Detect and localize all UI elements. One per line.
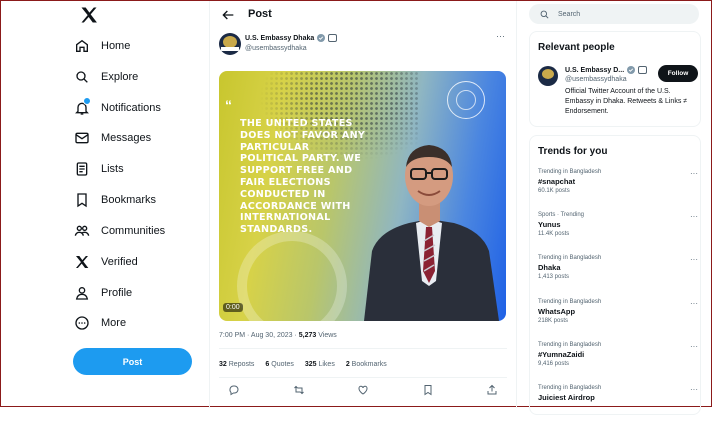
list-icon xyxy=(73,160,91,178)
trend-item[interactable]: Trending in Bangladesh #YumnaZaidi 9,416… xyxy=(538,342,698,382)
nav-item-more[interactable]: More xyxy=(73,310,126,336)
nav-label: Verified xyxy=(101,256,138,268)
search-placeholder: Search xyxy=(558,10,581,18)
government-label-icon xyxy=(328,34,338,42)
relevant-person-bio: Official Twitter Account of the U.S. Emb… xyxy=(565,88,688,115)
nav-label: Home xyxy=(101,40,131,52)
more-options-icon[interactable]: ··· xyxy=(690,169,698,178)
author-name-row[interactable]: U.S. Embassy Dhaka xyxy=(245,34,338,42)
home-icon xyxy=(73,37,91,55)
views-count: 5,273 xyxy=(298,332,317,339)
nav-label: Explore xyxy=(101,71,139,83)
x-logo-icon xyxy=(73,253,91,271)
search-input[interactable]: Search xyxy=(529,4,699,24)
nav-label: Profile xyxy=(101,287,133,299)
left-navigation: Home Explore Notifications Messages List… xyxy=(1,1,209,408)
nav-item-explore[interactable]: Explore xyxy=(73,64,138,90)
nav-item-home[interactable]: Home xyxy=(73,33,130,59)
search-icon xyxy=(540,10,549,18)
like-icon[interactable] xyxy=(356,383,370,397)
bookmark-icon[interactable] xyxy=(421,383,435,397)
relevant-person-name[interactable]: U.S. Embassy D... xyxy=(565,67,624,74)
share-icon[interactable] xyxy=(485,383,499,397)
trend-item[interactable]: Trending in Bangladesh WhatsApp 218K pos… xyxy=(538,299,698,339)
nav-item-verified[interactable]: Verified xyxy=(73,249,138,275)
more-options-icon[interactable]: ··· xyxy=(496,31,505,41)
right-sidebar: Search Relevant people U.S. Embassy D...… xyxy=(515,1,712,415)
nav-item-messages[interactable]: Messages xyxy=(73,125,151,151)
nav-item-communities[interactable]: Communities xyxy=(73,218,165,244)
reposts-stat[interactable]: 32 Reposts xyxy=(219,361,254,368)
repost-icon[interactable] xyxy=(292,383,306,397)
quotes-stat[interactable]: 6 Quotes xyxy=(265,361,293,368)
nav-item-notifications[interactable]: Notifications xyxy=(73,95,161,121)
quote-mark-icon: “ xyxy=(225,97,232,113)
envelope-icon xyxy=(73,129,91,147)
nav-item-lists[interactable]: Lists xyxy=(73,156,124,182)
back-arrow-icon[interactable] xyxy=(220,7,236,23)
verified-badge-icon xyxy=(627,66,636,74)
relevant-people-panel: Relevant people U.S. Embassy D... @usemb… xyxy=(529,31,701,127)
post-actions xyxy=(219,383,507,397)
trend-item[interactable]: Trending in Bangladesh Dhaka 1,413 posts… xyxy=(538,255,698,295)
post-timestamp: 7:00 PM · Aug 30, 2023 · 5,273 Views xyxy=(219,332,337,339)
search-icon xyxy=(73,68,91,86)
people-icon xyxy=(73,222,91,240)
notification-badge xyxy=(83,97,91,105)
avatar[interactable] xyxy=(538,66,558,86)
panel-title: Trends for you xyxy=(538,146,608,157)
bookmarks-stat[interactable]: 2 Bookmarks xyxy=(346,361,387,368)
reply-icon[interactable] xyxy=(227,383,241,397)
more-options-icon[interactable]: ··· xyxy=(690,385,698,394)
person-icon xyxy=(73,284,91,302)
more-options-icon[interactable]: ··· xyxy=(690,342,698,351)
nav-label: Messages xyxy=(101,132,152,144)
trend-item[interactable]: Sports · Trending Yunus 11.4K posts ··· xyxy=(538,212,698,252)
more-options-icon[interactable]: ··· xyxy=(690,299,698,308)
nav-label: More xyxy=(101,317,127,329)
nav-label: Bookmarks xyxy=(101,194,157,206)
nav-item-profile[interactable]: Profile xyxy=(73,280,132,306)
nav-item-bookmarks[interactable]: Bookmarks xyxy=(73,187,156,213)
trend-item[interactable]: Trending in Bangladesh Juiciest Airdrop … xyxy=(538,385,698,425)
author-name[interactable]: U.S. Embassy Dhaka xyxy=(245,35,314,42)
panel-title: Relevant people xyxy=(538,42,615,53)
x-logo-icon[interactable] xyxy=(79,5,99,25)
post-stats: 32 Reposts 6 Quotes 325 Likes 2 Bookmark… xyxy=(219,361,387,368)
more-options-icon[interactable]: ··· xyxy=(690,255,698,264)
person-photo xyxy=(364,145,499,321)
post-button[interactable]: Post xyxy=(73,348,192,375)
nav-label: Lists xyxy=(101,163,124,175)
more-options-icon[interactable]: ··· xyxy=(690,212,698,221)
relevant-person-handle[interactable]: @usembassydhaka xyxy=(565,76,627,83)
embassy-seal-icon xyxy=(447,81,485,119)
trend-item[interactable]: Trending in Bangladesh #snapchat 60.1K p… xyxy=(538,169,698,209)
video-duration: 0:00 xyxy=(223,303,243,312)
media-quote-text: THE UNITED STATES DOES NOT FAVOR ANY PAR… xyxy=(240,118,366,236)
avatar[interactable] xyxy=(219,33,241,55)
nav-label: Communities xyxy=(101,225,166,237)
nav-label: Notifications xyxy=(101,102,161,114)
main-column: Post U.S. Embassy Dhaka @usembassydhaka … xyxy=(209,1,517,408)
bell-icon xyxy=(73,97,91,117)
trends-panel: Trends for you Trending in Bangladesh #s… xyxy=(529,135,701,415)
government-label-icon xyxy=(638,66,648,74)
bookmark-icon xyxy=(73,191,91,209)
verified-badge-icon xyxy=(317,34,326,42)
author-handle[interactable]: @usembassydhaka xyxy=(245,45,307,52)
relevant-person-name-row[interactable]: U.S. Embassy D... xyxy=(565,66,648,74)
likes-stat[interactable]: 325 Likes xyxy=(305,361,335,368)
video-media[interactable]: “ THE UNITED STATES DOES NOT FAVOR ANY P… xyxy=(219,71,506,321)
follow-button[interactable]: Follow xyxy=(658,65,698,82)
more-circle-icon xyxy=(73,314,91,332)
page-title: Post xyxy=(248,8,272,20)
